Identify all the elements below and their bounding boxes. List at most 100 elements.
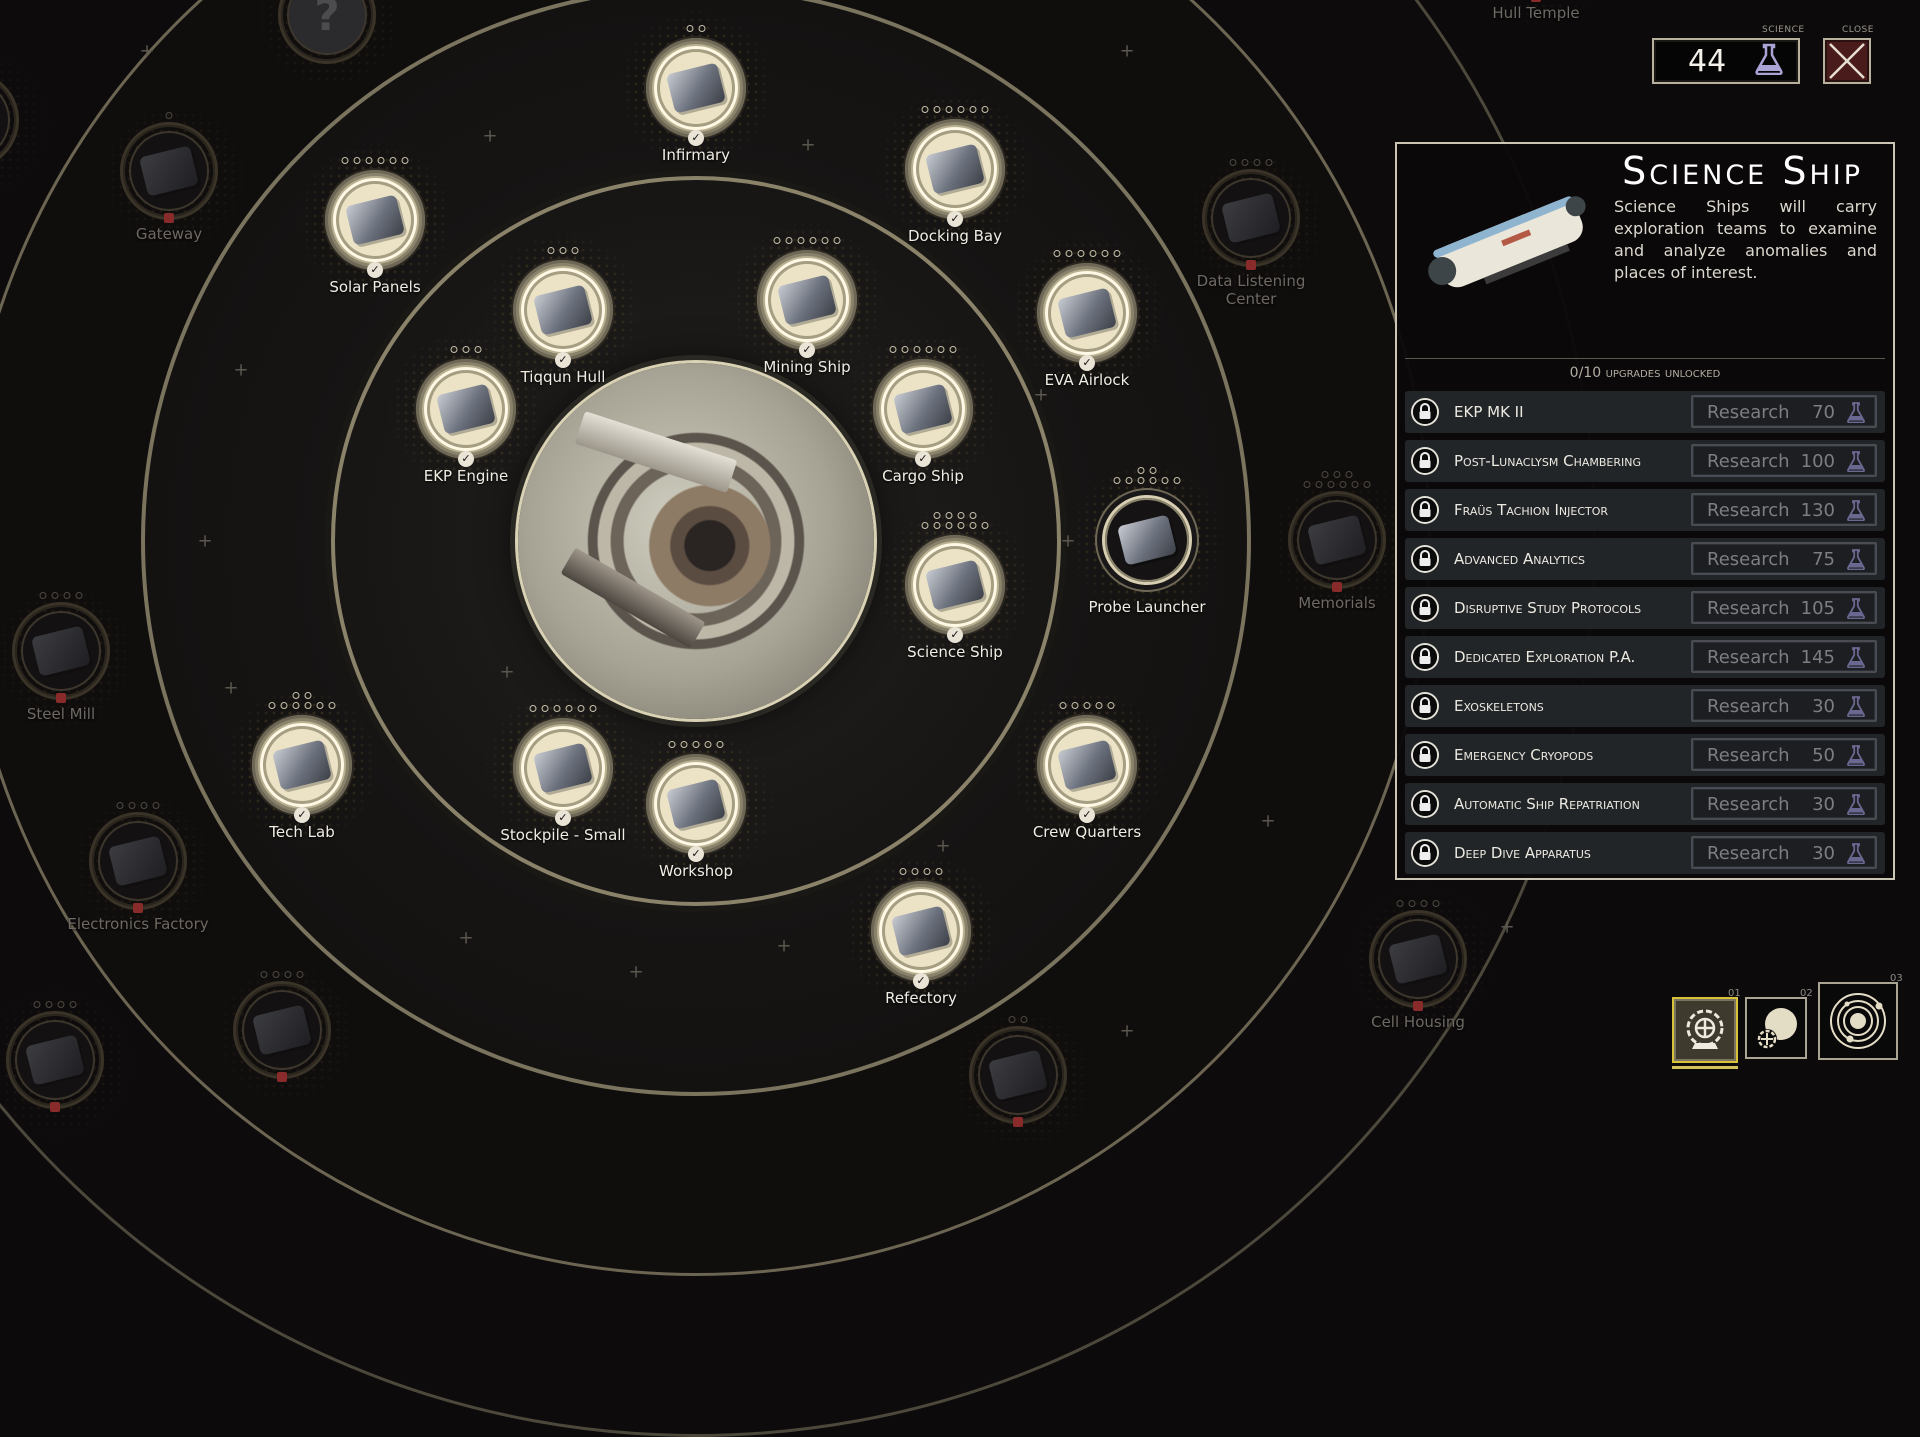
node-bottom-left-2[interactable] <box>236 984 328 1076</box>
node-icon-well <box>654 46 738 130</box>
node-memorials[interactable]: Memorials <box>1291 494 1383 586</box>
upgrade-pips <box>40 592 83 599</box>
crew-quarters-image <box>1057 739 1117 790</box>
grid-plus-marker: + <box>482 126 497 147</box>
research-button[interactable]: Research30 <box>1691 787 1877 820</box>
upgrade-pip <box>1138 477 1145 484</box>
science-value: 44 <box>1688 44 1726 79</box>
upgrade-pip <box>1421 900 1428 907</box>
close-icon <box>1825 40 1869 82</box>
research-button[interactable]: Research75 <box>1691 542 1877 575</box>
node-cargo-ship[interactable]: ✓Cargo Ship <box>873 359 973 459</box>
upgrades-unlocked-label: upgrades unlocked <box>1606 365 1721 381</box>
upgrade-pip <box>774 237 781 244</box>
upgrade-pip <box>52 592 59 599</box>
node-label: Tech Lab <box>269 823 334 841</box>
electronics-factory-image <box>108 835 168 886</box>
research-button[interactable]: Research70 <box>1691 395 1877 428</box>
flask-icon <box>1847 451 1865 476</box>
cell-housing-image <box>1388 933 1448 984</box>
node-science-ship[interactable]: ✓Science Ship <box>905 535 1005 635</box>
upgrade-pip <box>699 25 706 32</box>
upgrade-pip <box>1328 481 1335 488</box>
lock-icon <box>1413 645 1437 669</box>
upgrade-pips <box>34 1001 77 1008</box>
built-check-icon: ✓ <box>947 627 963 643</box>
research-button[interactable]: Research30 <box>1691 836 1877 869</box>
station-core-hub[interactable] <box>518 363 874 719</box>
upgrade-list: EKP MK IIResearch70Post-Lunaclysm Chambe… <box>1405 391 1885 881</box>
view-button-station[interactable] <box>1672 997 1738 1063</box>
panel-title: Science Ship <box>1622 149 1863 193</box>
upgrade-row: Disruptive Study ProtocolsResearch105 <box>1405 587 1885 629</box>
node-tiqqun-hull[interactable]: ✓Tiqqun Hull <box>513 260 613 360</box>
research-button[interactable]: Research50 <box>1691 738 1877 771</box>
station-gear-icon <box>1674 999 1736 1061</box>
node-cell-housing[interactable]: Cell Housing <box>1372 913 1464 1005</box>
flask-icon <box>1847 647 1865 672</box>
research-button[interactable]: Research105 <box>1691 591 1877 624</box>
node-crew-quarters[interactable]: ✓Crew Quarters <box>1037 715 1137 815</box>
node-infirmary[interactable]: ✓Infirmary <box>646 38 746 138</box>
node-tech-lab[interactable]: ✓Tech Lab <box>252 715 352 815</box>
grid-plus-marker: + <box>776 936 791 957</box>
node-icon-well <box>1213 180 1289 256</box>
node-unknown-node[interactable]: ? <box>281 0 373 61</box>
research-button[interactable]: Research30 <box>1691 689 1877 722</box>
solar-panels-image <box>345 194 405 245</box>
node-electronics-factory[interactable]: Electronics Factory <box>92 815 184 907</box>
upgrade-pips <box>687 25 706 32</box>
research-cost: 30 <box>1812 794 1835 815</box>
node-stockpile-small[interactable]: ✓Stockpile - Small <box>513 718 613 818</box>
research-button[interactable]: Research100 <box>1691 444 1877 477</box>
upgrade-pip <box>1150 477 1157 484</box>
node-data-listening-center[interactable]: Data Listening Center <box>1205 172 1297 264</box>
node-label: Stockpile - Small <box>500 826 625 844</box>
upgrade-pip <box>1108 702 1115 709</box>
workshop-image <box>666 778 726 829</box>
upgrade-pip <box>1150 467 1157 474</box>
node-eva-airlock[interactable]: ✓EVA Airlock <box>1037 263 1137 363</box>
upgrade-pip <box>693 741 700 748</box>
node-steel-mill[interactable]: Steel Mill <box>15 605 107 697</box>
flask-icon <box>1847 794 1865 819</box>
upgrade-pips <box>774 237 841 244</box>
upgrade-pip <box>669 741 676 748</box>
research-button[interactable]: Research130 <box>1691 493 1877 526</box>
research-cost: 50 <box>1812 745 1835 766</box>
node-label: Hull Temple <box>1492 4 1579 22</box>
upgrade-name: Fraüs Tachion Injector <box>1454 501 1608 519</box>
node-icon-well <box>913 127 997 211</box>
upgrade-pip <box>1114 250 1121 257</box>
upgrade-pip <box>970 106 977 113</box>
research-button[interactable]: Research145 <box>1691 640 1877 673</box>
view-button-solar-system[interactable] <box>1818 982 1898 1060</box>
node-bottom-left-1[interactable] <box>9 1014 101 1106</box>
upgrade-pip <box>798 237 805 244</box>
upgrade-pips <box>261 971 304 978</box>
lock-icon <box>1413 596 1437 620</box>
lock-icon <box>1246 260 1256 270</box>
node-solar-panels[interactable]: ✓Solar Panels <box>325 170 425 270</box>
node-docking-bay[interactable]: ✓Docking Bay <box>905 119 1005 219</box>
node-bottom-center[interactable] <box>972 1029 1064 1121</box>
view-button-moon[interactable] <box>1745 997 1807 1059</box>
node-mining-ship[interactable]: ✓Mining Ship <box>757 250 857 350</box>
node-partial-left[interactable]: ...ning <box>0 74 16 166</box>
upgrade-pip <box>1054 250 1061 257</box>
node-refectory[interactable]: ✓Refectory <box>871 881 971 981</box>
upgrade-row: EKP MK IIResearch70 <box>1405 391 1885 433</box>
upgrade-pips <box>166 112 173 119</box>
upgrade-pips <box>1009 1016 1028 1023</box>
close-button[interactable] <box>1823 38 1871 84</box>
upgrade-pip <box>810 237 817 244</box>
node-probe-launcher[interactable]: Probe Launcher <box>1097 490 1197 590</box>
node-ekp-engine[interactable]: ✓EKP Engine <box>416 359 516 459</box>
upgrade-pip <box>922 106 929 113</box>
upgrade-pip <box>705 741 712 748</box>
node-gateway[interactable]: Gateway <box>123 125 215 217</box>
built-check-icon: ✓ <box>915 451 931 467</box>
node-workshop[interactable]: ✓Workshop <box>646 754 746 854</box>
upgrade-pips <box>269 692 336 709</box>
lock-icon <box>1413 792 1437 816</box>
